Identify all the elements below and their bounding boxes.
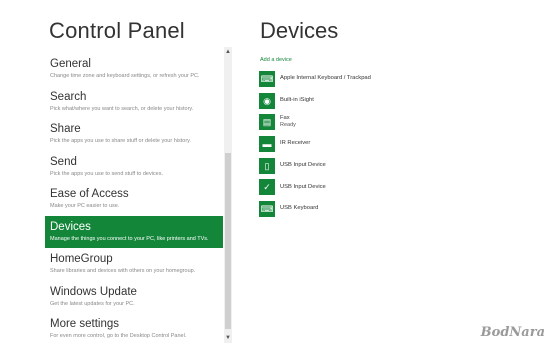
device-list: ⌨ Apple Internal Keyboard / Trackpad ◉ B… — [259, 68, 509, 220]
device-item[interactable]: ⌨ USB Keyboard — [259, 198, 509, 220]
menu-item-general[interactable]: General Change time zone and keyboard se… — [45, 53, 223, 86]
device-name: Fax — [280, 115, 290, 122]
menu-item-title: Ease of Access — [50, 188, 129, 200]
menu-item-description: For even more control, go to the Desktop… — [50, 333, 187, 339]
menu-item-devices[interactable]: Devices Manage the things you connect to… — [45, 215, 223, 248]
device-item[interactable]: ⌨ Apple Internal Keyboard / Trackpad — [259, 68, 509, 90]
menu-item-description: Get the latest updates for your PC. — [50, 300, 135, 307]
device-item[interactable]: ◉ Built-in iSight — [259, 90, 509, 112]
device-item[interactable]: ✓ USB Input Device — [259, 176, 509, 198]
menu-item-windows-update[interactable]: Windows Update Get the latest updates fo… — [45, 281, 223, 314]
device-name: Built-in iSight — [280, 97, 314, 104]
usb-device-icon: ✓ — [259, 179, 275, 196]
menu-item-more-settings[interactable]: More settings For even more control, go … — [45, 313, 223, 346]
device-item[interactable]: ▤ Fax Ready — [259, 111, 509, 133]
usb-device-icon: ▯ — [259, 157, 275, 174]
device-name: USB Keyboard — [280, 205, 319, 212]
menu-item-description: Share libraries and devices with others … — [50, 268, 196, 274]
devices-pane: Devices Add a device ⌨ Apple Internal Ke… — [232, 0, 550, 344]
watermark-logo: BodNara — [480, 325, 545, 340]
menu-item-title: Search — [50, 90, 87, 103]
menu-item-title: More settings — [50, 318, 120, 330]
device-item[interactable]: ▯ USB Input Device — [259, 155, 509, 177]
scrollbar-thumb[interactable] — [225, 153, 231, 329]
device-name: USB Input Device — [280, 183, 326, 190]
up-arrow-icon[interactable]: ▲ — [224, 47, 232, 57]
menu-item-share[interactable]: Share Pick the apps you use to share stu… — [45, 118, 223, 151]
menu-item-title: General — [50, 58, 91, 70]
menu-item-title: Send — [50, 155, 77, 168]
menu-scrollbar[interactable]: ▲ ▼ — [224, 47, 232, 343]
menu-item-description: Pick what/where you want to search, or d… — [50, 105, 194, 112]
fax-icon: ▤ — [259, 114, 275, 131]
menu-item-ease-of-access[interactable]: Ease of Access Make your PC easier to us… — [45, 183, 223, 216]
control-panel-nav: Control Panel General Change time zone a… — [0, 0, 232, 344]
menu-item-search[interactable]: Search Pick what/where you want to searc… — [45, 86, 223, 119]
menu-item-description: Make your PC easier to use. — [50, 203, 120, 209]
menu-item-title: Share — [50, 123, 81, 135]
device-name: IR Receiver — [280, 140, 311, 147]
menu-item-description: Change time zone and keyboard settings, … — [50, 73, 200, 79]
device-status: Ready — [280, 122, 296, 129]
device-name: Apple Internal Keyboard / Trackpad — [280, 75, 371, 82]
section-title: Devices — [260, 18, 339, 43]
keyboard-icon: ⌨ — [259, 200, 275, 217]
webcam-icon: ◉ — [259, 92, 275, 109]
menu-item-title: HomeGroup — [50, 253, 113, 265]
device-item[interactable]: ▬ IR Receiver — [259, 133, 509, 155]
menu-item-send[interactable]: Send Pick the apps you use to send stuff… — [45, 151, 223, 184]
menu-item-description: Pick the apps you use to send stuff to d… — [50, 170, 164, 177]
ir-receiver-icon: ▬ — [259, 135, 275, 152]
device-name: USB Input Device — [280, 162, 326, 169]
menu-item-description: Manage the things you connect to your PC… — [50, 235, 209, 242]
menu-item-homegroup[interactable]: HomeGroup Share libraries and devices wi… — [45, 248, 223, 281]
keyboard-icon: ⌨ — [259, 70, 275, 87]
settings-menu: General Change time zone and keyboard se… — [45, 53, 223, 346]
add-device-link[interactable]: Add a device — [260, 57, 292, 63]
menu-item-description: Pick the apps you use to share stuff or … — [50, 138, 192, 144]
down-arrow-icon[interactable]: ▼ — [224, 333, 232, 343]
menu-item-title: Devices — [50, 220, 91, 233]
menu-item-title: Windows Update — [50, 285, 137, 298]
page-title: Control Panel — [49, 18, 185, 43]
